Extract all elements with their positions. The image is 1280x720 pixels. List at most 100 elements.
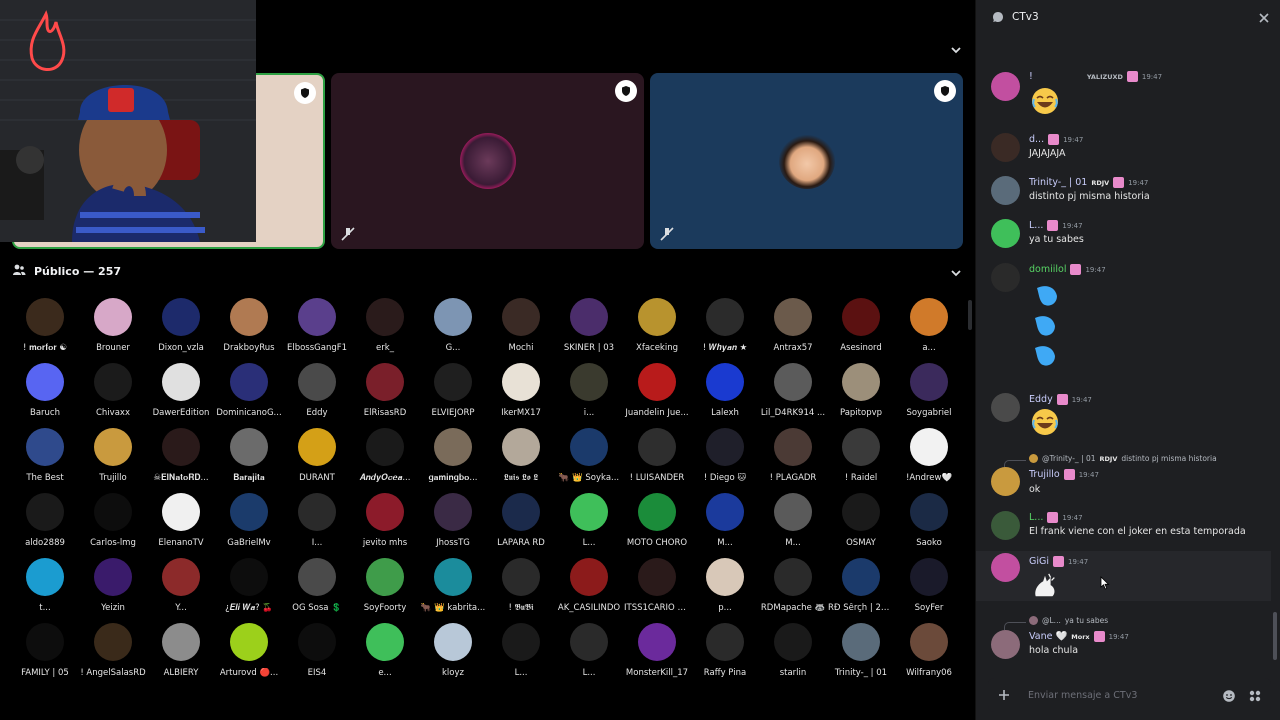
scrollbar[interactable] [968,300,972,330]
audience-member[interactable]: AK_CASILINDO [555,558,623,623]
audience-member[interactable]: GaBrielMv [215,493,283,558]
audience-member[interactable]: ! 𝑾𝒉𝒚𝒂𝒏 ★ [691,298,759,363]
audience-member[interactable]: ! Raidel [827,428,895,493]
audience-member[interactable]: aldo2889 [11,493,79,558]
audience-member[interactable]: OG Sosa 💲 [283,558,351,623]
avatar[interactable] [991,133,1020,162]
audience-member[interactable]: ELVIEJORP [419,363,487,428]
author-name[interactable]: domiilol [1029,264,1066,275]
reply-preview[interactable]: @Trinity-_ | 01 RDJV distinto pj misma his… [1029,454,1217,463]
avatar[interactable] [991,72,1020,101]
audience-member[interactable]: kloyz [419,623,487,688]
author-name[interactable]: L... [1029,512,1043,523]
audience-member[interactable]: Y... [147,558,215,623]
audience-member[interactable]: FAMILY | 05 [11,623,79,688]
audience-member[interactable]: Mochi [487,298,555,363]
audience-member[interactable]: RDMapache 🦝 [759,558,827,623]
plus-icon[interactable] [996,687,1012,703]
audience-member[interactable]: e... [351,623,419,688]
audience-member[interactable]: ! LUISANDER [623,428,691,493]
audience-member[interactable]: MOTO CHORO [623,493,691,558]
audience-member[interactable]: L... [555,623,623,688]
audience-member[interactable]: SoyFer [895,558,963,623]
audience-member[interactable]: Soygabriel [895,363,963,428]
video-tile[interactable] [650,73,963,249]
reply-preview[interactable]: @L... ya tu sabes [1029,616,1108,625]
chevron-down-icon[interactable] [949,265,963,279]
audience-member[interactable]: Eddy [283,363,351,428]
audience-member[interactable]: EIS4 [283,623,351,688]
audience-member[interactable]: Lalexh [691,363,759,428]
audience-member[interactable]: Yeizin [79,558,147,623]
audience-member[interactable]: L... [555,493,623,558]
video-tile[interactable] [331,73,644,249]
audience-member[interactable]: Lil_D4RK914 ... [759,363,827,428]
audience-member[interactable]: Wilfrany06 [895,623,963,688]
audience-member[interactable]: ¿𝑬𝒍𝒊 𝑾𝒂? 🍒 [215,558,283,623]
author-name[interactable]: Trinity-_ | 01 [1029,177,1087,188]
audience-member[interactable]: p... [691,558,759,623]
audience-member[interactable]: ! AngelSalasRD [79,623,147,688]
audience-member[interactable]: 𝐠𝐚𝐦𝐢𝐧𝐠𝐛𝐨... [419,428,487,493]
audience-member[interactable]: 🐂 👑 kabrita... [419,558,487,623]
audience-member[interactable]: Saoko [895,493,963,558]
audience-member[interactable]: IkerMX17 [487,363,555,428]
audience-member[interactable]: ! 𝐦𝐨𝐫𝐟𝐨𝐫 ☯ [11,298,79,363]
audience-member[interactable]: jevito mhs [351,493,419,558]
audience-member[interactable]: ☠𝐄𝐥𝐍𝐚𝐭𝐨𝐑𝐃... [147,428,215,493]
audience-member[interactable]: DURANT [283,428,351,493]
audience-member[interactable]: ElbossGangF1 [283,298,351,363]
audience-member[interactable]: DrakboyRus [215,298,283,363]
avatar[interactable] [991,630,1020,659]
audience-member[interactable]: Trinity-_ | 01 [827,623,895,688]
message-input[interactable] [1028,686,1208,704]
chevron-down-icon[interactable] [949,42,963,56]
audience-member[interactable]: i... [555,363,623,428]
author-name[interactable]: GiGi [1029,556,1049,567]
audience-member[interactable]: t... [11,558,79,623]
audience-member[interactable]: G... [419,298,487,363]
author-name[interactable]: Vane 🤍 [1029,631,1067,642]
audience-member[interactable]: starlin [759,623,827,688]
audience-member[interactable]: SKINER | 03 [555,298,623,363]
author-name[interactable]: Eddy [1029,394,1053,405]
audience-member[interactable]: ! 𝕭𝖚𝕭𝖎 [487,558,555,623]
emoji-icon[interactable] [1222,688,1236,702]
avatar[interactable] [991,263,1020,292]
audience-member[interactable]: 𝐁𝐚𝐫𝐚𝐣𝐢𝐭𝐚 [215,428,283,493]
avatar[interactable] [991,176,1020,205]
audience-member[interactable]: ITSS1CARIO O... [623,558,691,623]
audience-member[interactable]: Papitopvp [827,363,895,428]
audience-member[interactable]: Chivaxx [79,363,147,428]
audience-member[interactable]: Asesinord [827,298,895,363]
audience-member[interactable]: ! PLAGADR [759,428,827,493]
audience-member[interactable]: LAPARA RD [487,493,555,558]
avatar[interactable] [991,219,1020,248]
avatar[interactable] [991,553,1020,582]
audience-member[interactable]: OSMAY [827,493,895,558]
apps-icon[interactable] [1248,688,1262,702]
audience-member[interactable]: DominicanoG... [215,363,283,428]
audience-member[interactable]: Juandelin Jue... [623,363,691,428]
audience-member[interactable]: Brouner [79,298,147,363]
audience-member[interactable]: SoyFoorty [351,558,419,623]
audience-member[interactable]: M... [691,493,759,558]
audience-member[interactable]: Arturovd 🔴... [215,623,283,688]
author-name[interactable]: Trujillo [1029,469,1060,480]
audience-member[interactable]: The Best [11,428,79,493]
audience-member[interactable]: Carlos-lmg [79,493,147,558]
audience-member[interactable]: ElenanoTV [147,493,215,558]
avatar[interactable] [991,511,1020,540]
audience-member[interactable]: Antrax57 [759,298,827,363]
audience-member[interactable]: erk_ [351,298,419,363]
audience-member[interactable]: !Andrew🤍 [895,428,963,493]
audience-member[interactable]: 𝕷𝖚𝖎𝖘 𝕷𝖔 𝕷 [487,428,555,493]
audience-member[interactable]: ALBIERY [147,623,215,688]
author-name[interactable]: ! [1029,71,1033,82]
avatar[interactable] [991,393,1020,422]
audience-member[interactable]: JhossTG [419,493,487,558]
audience-member[interactable]: Raffy Pina [691,623,759,688]
audience-member[interactable]: RÐ Šêrçh | 20 ... [827,558,895,623]
audience-member[interactable]: ElRisasRD [351,363,419,428]
audience-member[interactable]: DawerEdition [147,363,215,428]
